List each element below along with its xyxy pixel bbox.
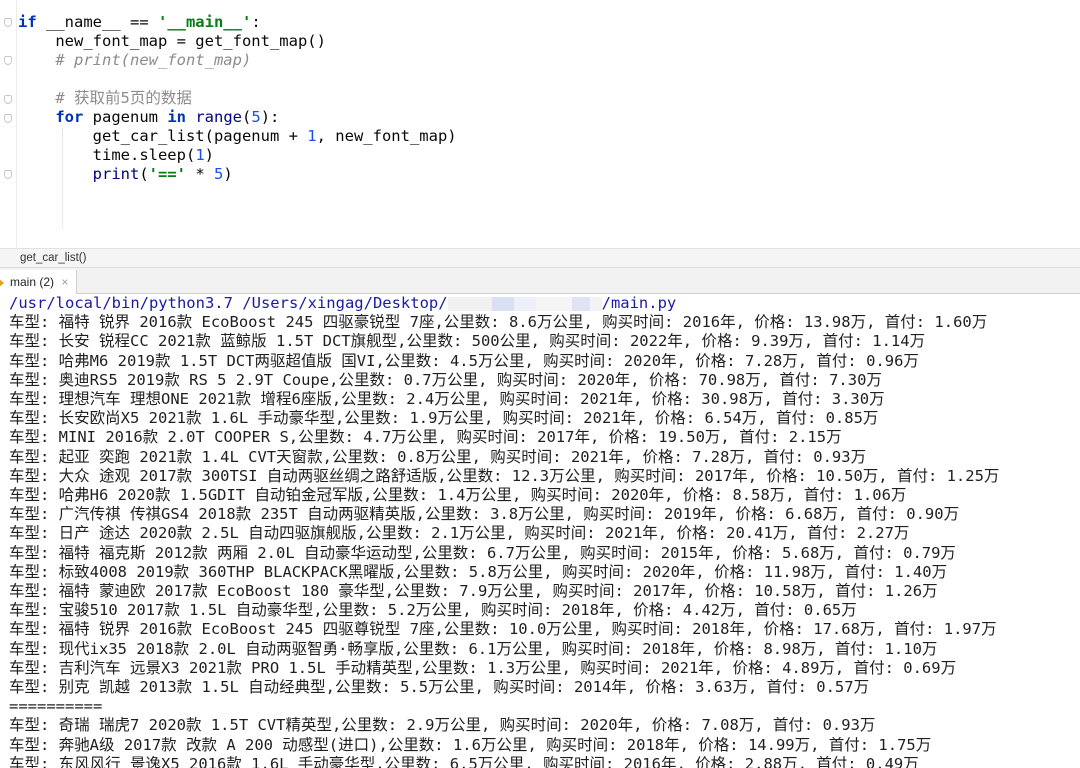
car-record-line: 车型: 奥迪RS5 2019款 RS 5 2.9T Coupe,公里数: 0.7… [9, 370, 882, 389]
code-line[interactable]: # print(new_font_map) [18, 51, 457, 70]
code-editor[interactable]: if __name__ == '__main__': new_font_map … [0, 0, 1080, 248]
code-token: # 获取前5页的数据 [18, 89, 192, 107]
separator-line: ========== [9, 697, 103, 716]
editor-gutter [0, 0, 17, 248]
code-token: get_car_list(pagenum + [18, 127, 308, 145]
code-line[interactable]: for pagenum in range(5): [18, 108, 457, 127]
code-token: time.sleep( [18, 146, 196, 164]
code-token: in [167, 108, 186, 126]
run-toolbar: main (2) × [0, 268, 1080, 294]
car-record-line: 车型: 福特 锐界 2016款 EcoBoost 245 四驱豪锐型 7座,公里… [9, 313, 988, 332]
code-line[interactable]: time.sleep(1) [18, 146, 457, 165]
code-token: 1 [195, 146, 205, 164]
car-record-line: 车型: 哈弗H6 2020款 1.5GDIT 自动铂金冠军版,公里数: 1.4万… [9, 486, 907, 505]
code-token: range [195, 108, 243, 126]
run-console[interactable]: /usr/local/bin/python3.7 /Users/xingag/D… [0, 294, 1080, 768]
code-token: * [186, 165, 214, 183]
car-record-line: 车型: 现代ix35 2018款 2.0L 自动两驱智勇·畅享版,公里数: 6.… [9, 639, 938, 658]
fold-marker-icon[interactable] [4, 170, 12, 179]
car-record-line: 车型: 日产 途达 2020款 2.5L 自动四驱旗舰版,公里数: 2.1万公里… [9, 524, 910, 543]
redacted-path [447, 296, 492, 311]
fold-marker-icon[interactable] [4, 56, 12, 65]
code-token: ): [260, 108, 280, 126]
code-token: 5 [214, 165, 224, 183]
car-record-line: 车型: 理想汽车 理想ONE 2021款 增程6座版,公里数: 2.4万公里, … [9, 390, 885, 409]
command-suffix: /main.py [601, 294, 677, 312]
command-prefix: /usr/local/bin/python3.7 /Users/xingag/D… [9, 294, 448, 312]
car-record-line: 车型: 哈弗M6 2019款 1.5T DCT两驱超值版 国VI,公里数: 4.… [9, 351, 919, 370]
code-token: : [251, 13, 261, 31]
code-token: , new_font_map) [316, 127, 457, 145]
tab-run-main[interactable]: main (2) × [0, 270, 78, 294]
code-token: 5 [251, 108, 261, 126]
car-record-line: 车型: 广汽传祺 传祺GS4 2018款 235T 自动两驱精英版,公里数: 3… [9, 505, 960, 524]
code-line[interactable]: if __name__ == '__main__': [18, 13, 457, 32]
car-record-line: 车型: 奇瑞 瑞虎7 2020款 1.5T CVT精英型,公里数: 2.9万公里… [9, 716, 876, 735]
redacted-path [571, 296, 590, 311]
code-token: ) [223, 165, 233, 183]
source-code[interactable]: if __name__ == '__main__': new_font_map … [18, 13, 457, 184]
redacted-path [589, 296, 602, 311]
redacted-path [535, 296, 572, 311]
code-token: pagenum [83, 108, 168, 126]
code-token: __name__ == [46, 13, 158, 31]
console-output: /usr/local/bin/python3.7 /Users/xingag/D… [0, 294, 1080, 768]
car-record-line: 车型: 长安 锐程CC 2021款 蓝鲸版 1.5T DCT旗舰型,公里数: 5… [9, 332, 926, 351]
fold-marker-icon[interactable] [4, 18, 12, 27]
code-token: ) [204, 146, 214, 164]
car-record-line: 车型: 别克 凯越 2013款 1.5L 自动经典型,公里数: 5.5万公里, … [9, 678, 870, 697]
car-record-line: 车型: 标致4008 2019款 360THP BLACKPACK黑曜版,公里数… [9, 562, 948, 581]
close-icon[interactable]: × [61, 275, 68, 289]
breadcrumb[interactable]: get_car_list() [0, 248, 1080, 268]
redacted-path [513, 296, 536, 311]
car-record-line: 车型: 东风风行 景逸X5 2016款 1.6L 手动豪华型,公里数: 6.5万… [9, 754, 919, 768]
car-record-line: 车型: MINI 2016款 2.0T COOPER S,公里数: 4.7万公里… [9, 428, 842, 447]
code-line[interactable]: # 获取前5页的数据 [18, 89, 457, 108]
car-record-line: 车型: 福特 蒙迪欧 2017款 EcoBoost 180 豪华型,公里数: 7… [9, 582, 938, 601]
car-record-line: 车型: 大众 途观 2017款 300TSI 自动两驱丝绸之路舒适版,公里数: … [9, 466, 1000, 485]
code-token: ( [242, 108, 252, 126]
code-line[interactable]: new_font_map = get_font_map() [18, 32, 457, 51]
fold-marker-icon[interactable] [4, 95, 12, 104]
code-token: print [92, 165, 140, 183]
car-record-line: 车型: 奔驰A级 2017款 改款 A 200 动感型(进口),公里数: 1.6… [9, 735, 932, 754]
tab-label: main (2) [10, 275, 55, 289]
code-token: if [18, 13, 46, 31]
code-token: for [55, 108, 84, 126]
car-record-line: 车型: 福特 福克斯 2012款 两厢 2.0L 自动豪华运动型,公里数: 6.… [9, 543, 956, 562]
run-icon [0, 278, 4, 288]
code-token: new_font_map = get_font_map() [18, 32, 326, 50]
code-token: 1 [307, 127, 317, 145]
car-record-line: 车型: 长安欧尚X5 2021款 1.6L 手动豪华型,公里数: 1.9万公里,… [9, 409, 879, 428]
fold-marker-icon[interactable] [4, 114, 12, 123]
car-record-line: 车型: 宝骏510 2017款 1.5L 自动豪华型,公里数: 5.2万公里, … [9, 601, 857, 620]
code-line[interactable] [18, 70, 457, 89]
car-record-line: 车型: 福特 锐界 2016款 EcoBoost 245 四驱尊锐型 7座,公里… [9, 620, 997, 639]
code-line[interactable]: print('==' * 5) [18, 165, 457, 184]
code-token: ( [139, 165, 149, 183]
redacted-path [491, 296, 514, 311]
car-record-line: 车型: 吉利汽车 远景X3 2021款 PRO 1.5L 手动精英型,公里数: … [9, 658, 957, 677]
code-token: '==' [148, 165, 186, 183]
code-token: '__main__' [157, 13, 252, 31]
car-record-line: 车型: 起亚 奕跑 2021款 1.4L CVT天窗款,公里数: 0.8万公里,… [9, 447, 867, 466]
code-token: # print(new_font_map) [18, 51, 252, 69]
command-line: /usr/local/bin/python3.7 /Users/xingag/D… [9, 294, 676, 312]
code-line[interactable]: get_car_list(pagenum + 1, new_font_map) [18, 127, 457, 146]
breadcrumb-function[interactable]: get_car_list() [20, 252, 86, 264]
